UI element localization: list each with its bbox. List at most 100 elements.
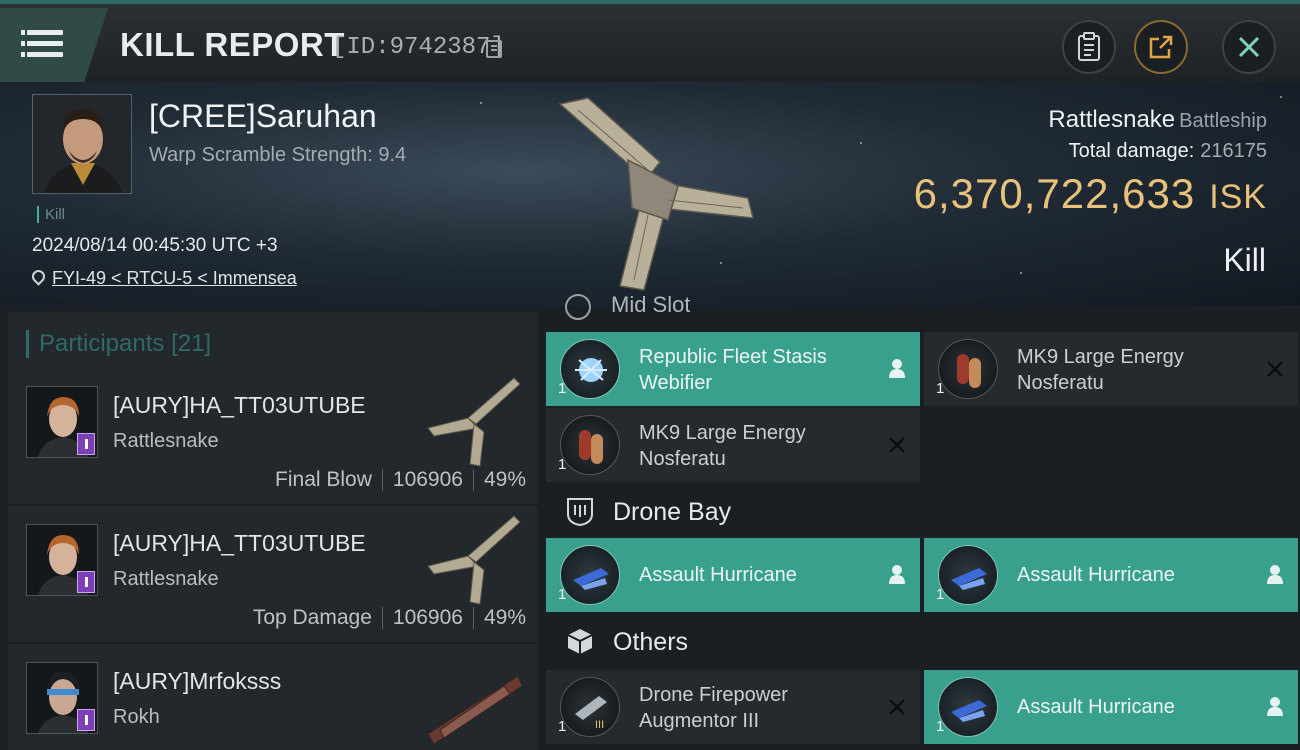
isk-unit: ISK: [1209, 178, 1267, 216]
kill-location[interactable]: FYI-49 < RTCU-5 < Immensea: [29, 267, 297, 289]
avatar: [33, 95, 131, 193]
participants-header[interactable]: Participants [21]: [8, 312, 538, 368]
result-label: Kill: [1223, 242, 1266, 278]
module-name: Assault Hurricane: [1017, 696, 1175, 718]
cargo-box-icon: [567, 629, 593, 654]
participant-row[interactable]: [AURY]HA_TT03UTUBE Rattlesnake Final Blo…: [8, 368, 538, 504]
total-damage-label: Total damage:: [1068, 140, 1195, 162]
module-name: Assault Hurricane: [639, 564, 797, 586]
module-name: Republic Fleet Stasis Webifier: [639, 346, 827, 394]
assault-hurricane-drone-icon: [938, 545, 998, 605]
participant-damage: 106906: [392, 468, 463, 491]
page-title: KILL REPORT: [120, 26, 345, 63]
module-qty: 1: [936, 586, 945, 603]
participant-name: [AURY]HA_TT03UTUBE: [113, 530, 366, 556]
menu-icon-line: [21, 52, 63, 57]
module-item[interactable]: 1 Assault Hurricane: [546, 538, 920, 612]
module-qty: 1: [936, 380, 945, 397]
fitting-panel: Mid Slot 1 Republic Fleet Stasis Webifie…: [541, 292, 1300, 750]
module-item[interactable]: 1 MK9 Large Energy Nosferatu: [924, 332, 1298, 406]
isk-amount: 6,370,722,633: [913, 170, 1196, 217]
energy-nosferatu-icon: [938, 339, 998, 399]
module-item[interactable]: 1 MK9 Large Energy Nosferatu: [546, 408, 920, 482]
module-qty: 1: [558, 586, 567, 603]
participant-ship: Rattlesnake: [113, 568, 219, 590]
dropped-person-icon: [1267, 697, 1283, 716]
share-icon: [1149, 35, 1173, 59]
share-button[interactable]: [1134, 20, 1188, 74]
participant-ship-image: [427, 377, 521, 467]
participant-role: Top Damage: [252, 606, 372, 629]
clipboard-icon: [1078, 32, 1100, 61]
participant-ship: Rattlesnake: [113, 430, 219, 452]
header-bar: KILL REPORT [ID:9742387]: [0, 0, 1300, 82]
total-damage: Total damage: 216175: [1069, 140, 1267, 163]
module-item[interactable]: 1 Republic Fleet Stasis Webifier: [546, 332, 920, 406]
destroyed-x-icon: [889, 437, 905, 453]
location-link[interactable]: FYI-49 < RTCU-5 < Immensea: [52, 268, 297, 288]
participant-row[interactable]: [AURY]Mrfoksss Rokh: [8, 644, 538, 750]
ship-render-image: [558, 97, 754, 291]
stasis-webifier-icon: [560, 339, 620, 399]
participants-count: [21]: [171, 330, 212, 357]
mid-slot-icon: [565, 294, 591, 320]
module-name: MK9 Large Energy Nosferatu: [639, 422, 806, 470]
participant-avatar: [26, 386, 98, 458]
others-title: Others: [613, 628, 689, 656]
clipboard-button[interactable]: [1062, 20, 1116, 74]
assault-hurricane-drone-icon: [560, 545, 620, 605]
module-qty: 1: [936, 718, 945, 735]
corp-badge-icon: [77, 571, 95, 593]
victim-portrait[interactable]: [32, 94, 132, 194]
corp-badge-icon: [77, 709, 95, 731]
module-qty: 1: [558, 380, 567, 397]
drone-firepower-augmentor-icon: III: [560, 677, 620, 737]
dropped-person-icon: [889, 565, 905, 584]
ship-name: Rattlesnake: [1048, 106, 1176, 133]
participants-label: Participants: [39, 330, 165, 357]
module-item[interactable]: III 1 Drone Firepower Augmentor III: [546, 670, 920, 744]
participants-panel: Participants [21] [AURY]HA_TT03UTUBE Rat…: [0, 306, 541, 750]
participant-avatar: [26, 662, 98, 734]
participant-stats: Final Blow 106906 49%: [275, 468, 526, 492]
victim-name[interactable]: [CREE]Saruhan: [149, 98, 377, 135]
drone-bay-title: Drone Bay: [613, 498, 732, 526]
menu-icon: [21, 30, 63, 35]
participant-percent: 49%: [483, 468, 526, 491]
participant-name: [AURY]Mrfoksss: [113, 668, 282, 694]
module-item[interactable]: 1 Assault Hurricane: [924, 538, 1298, 612]
module-name: Drone Firepower Augmentor III: [639, 684, 788, 732]
module-qty: 1: [558, 456, 567, 473]
participant-stats: Top Damage 106906 49%: [253, 606, 526, 630]
participant-avatar: [26, 524, 98, 596]
destroyed-x-icon: [889, 699, 905, 715]
participant-ship-image: [427, 515, 521, 605]
module-item[interactable]: 1 Assault Hurricane: [924, 670, 1298, 744]
copy-icon[interactable]: [486, 40, 502, 58]
energy-nosferatu-icon: [560, 415, 620, 475]
report-id: [ID:9742387]: [332, 34, 505, 61]
location-pin-icon: [29, 267, 48, 286]
kill-tag: Kill: [37, 206, 65, 223]
victim-ship[interactable]: Rattlesnake Battleship: [1048, 106, 1267, 134]
kill-datetime: 2024/08/14 00:45:30 UTC +3: [32, 235, 278, 256]
mid-slot-title: Mid Slot: [611, 292, 691, 312]
participant-name: [AURY]HA_TT03UTUBE: [113, 392, 366, 418]
drone-bay-icon: [567, 498, 593, 526]
participant-damage: 106906: [392, 606, 463, 629]
menu-icon-line: [21, 41, 63, 46]
menu-button[interactable]: [0, 8, 108, 82]
svg-text:III: III: [595, 719, 604, 731]
destroyed-x-icon: [1267, 361, 1283, 377]
isk-value: 6,370,722,633 ISK: [914, 170, 1267, 218]
participant-role: Final Blow: [275, 468, 372, 491]
participant-ship: Rokh: [113, 706, 160, 728]
corp-badge-icon: [77, 433, 95, 455]
total-damage-value: 216175: [1200, 140, 1267, 162]
ship-class: Battleship: [1179, 110, 1267, 132]
participant-percent: 49%: [483, 606, 526, 629]
close-button[interactable]: [1222, 20, 1276, 74]
participant-ship-image: [427, 675, 523, 745]
module-name: MK9 Large Energy Nosferatu: [1017, 346, 1184, 394]
participant-row[interactable]: [AURY]HA_TT03UTUBE Rattlesnake Top Damag…: [8, 506, 538, 642]
